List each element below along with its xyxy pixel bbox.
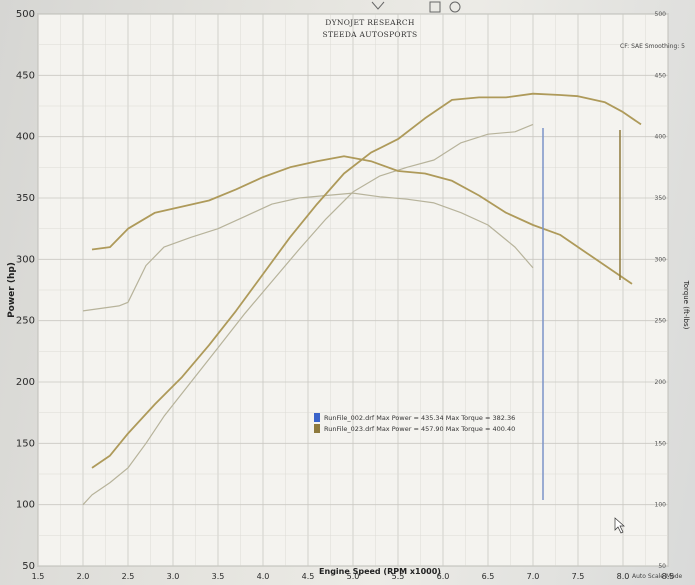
toolbar-icons[interactable] (371, 1, 461, 13)
y2-tick-label: 300 (655, 256, 667, 263)
y-tick-label: 500 (16, 9, 35, 20)
x-tick-label: 2.0 (77, 572, 90, 581)
legend-entry-1: RunFile_002.drf Max Power = 435.34 Max T… (324, 414, 515, 422)
y2-tick-label: 400 (655, 134, 667, 141)
tool-cursor-icon[interactable] (371, 1, 385, 10)
dyno-chart: 1.5 2.0 2.5 3.0 3.5 4.0 4.5 5.0 5.5 6.0 6.5 7.0 7.5 8… (7, 1, 690, 581)
x-tick-label: 2.5 (122, 572, 135, 581)
y-tick-label: 250 (16, 316, 35, 327)
x-tick-label: 1.5 (32, 572, 45, 581)
legend-swatch-2 (314, 424, 320, 433)
x-axis-label: Engine Speed (RPM x1000) (319, 567, 441, 576)
x-tick-label: 3.5 (212, 572, 225, 581)
y-tick-label: 450 (16, 70, 35, 81)
y2-tick-label: 50 (658, 563, 666, 570)
x-tick-label: 8.0 (617, 572, 630, 581)
y-tick-label: 150 (16, 438, 35, 449)
legend-swatch-1 (314, 413, 320, 422)
x-tick-label: 4.5 (302, 572, 315, 581)
x-tick-label: 4.0 (257, 572, 270, 581)
x-tick-label: 3.0 (167, 572, 180, 581)
tool-box-icon[interactable] (429, 1, 441, 13)
header-line-2: STEEDA AUTOSPORTS (323, 30, 418, 39)
y-tick-label: 200 (16, 377, 35, 388)
header-line-1: DYNOJET RESEARCH (325, 18, 415, 27)
x-tick-label: 6.5 (482, 572, 495, 581)
dyno-screen: 1.5 2.0 2.5 3.0 3.5 4.0 4.5 5.0 5.5 6.0 6.5 7.0 7.5 8… (0, 0, 695, 585)
y2-tick-label: 450 (655, 72, 667, 79)
legend-entry-2: RunFile_023.drf Max Power = 457.90 Max T… (324, 425, 515, 433)
y-tick-label: 400 (16, 132, 35, 143)
tool-zoom-icon[interactable] (449, 1, 461, 13)
y-tick-label: 300 (16, 254, 35, 265)
y2-tick-label: 250 (655, 318, 667, 325)
y-axis-label: Power (hp) (7, 262, 17, 318)
y2-tick-label: 200 (655, 379, 667, 386)
y2-tick-label: 100 (655, 502, 667, 509)
y2-axis-label: Torque (ft-lbs) (682, 280, 690, 330)
y2-tick-label: 150 (655, 440, 667, 447)
y-tick-label: 100 (16, 500, 35, 511)
y2-tick-label: 350 (655, 195, 667, 202)
x-tick-label: 7.5 (572, 572, 585, 581)
y-tick-label: 350 (16, 193, 35, 204)
y2-tick-label: 500 (655, 11, 667, 18)
correction-label: CF: SAE Smoothing: 5 (620, 43, 685, 50)
y-tick-label: 50 (22, 561, 35, 572)
footer-brand: Auto Scale Mode (632, 573, 683, 580)
y-axis-ticks: 50 100 150 200 250 300 350 400 450 500 (16, 9, 35, 572)
x-tick-label: 7.0 (527, 572, 540, 581)
